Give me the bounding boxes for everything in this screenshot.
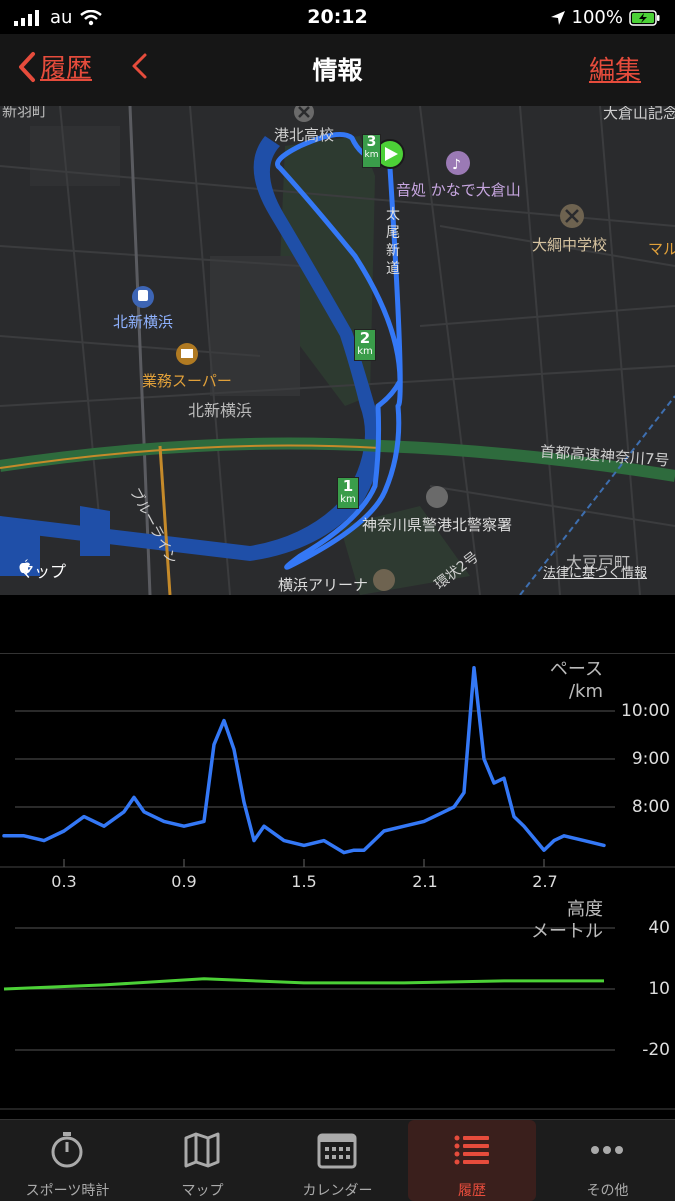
map-label-kohoku-high: 港北高校: [274, 126, 335, 144]
map-label-gyomu: 業務スーパー: [142, 372, 232, 390]
pace-ytick-9: 9:00: [631, 749, 670, 769]
pace-xtick-2: 1.5: [291, 872, 317, 891]
tab-sports-watch[interactable]: スポーツ時計: [0, 1120, 135, 1201]
pace-ytick-8: 8:00: [631, 797, 670, 817]
map-label-arena: 横浜アリーナ: [278, 576, 369, 594]
tab-more[interactable]: その他: [540, 1120, 675, 1201]
location-arrow-icon: [550, 10, 565, 25]
km-marker-3: 3 km: [362, 134, 381, 168]
tab-map[interactable]: マップ: [135, 1120, 270, 1201]
elevation-chart: 高度 メートル 40 10 -20: [0, 897, 675, 1119]
map-label-oo-shindo: 太尾新道: [386, 207, 400, 277]
elev-chart-title: 高度 メートル: [531, 899, 603, 942]
map-label-kitashin-station: 北新横浜: [113, 313, 174, 331]
elev-series-line: [3, 977, 604, 991]
map-label-top-left: 新羽町: [2, 106, 48, 120]
map-label-onkasho: 音処 かなで大倉山: [396, 181, 521, 199]
page-title: 情報: [312, 56, 363, 85]
edit-button[interactable]: 編集: [589, 50, 641, 87]
legal-link[interactable]: 法律に基づく情報: [543, 562, 647, 581]
elev-ytick-neg20: -20: [642, 1040, 670, 1060]
chart-spacer: [0, 595, 675, 653]
km-marker-1: 1 km: [337, 477, 359, 509]
map-label-police: 神奈川県警港北警察署: [362, 516, 513, 534]
pace-xtick-1: 0.9: [171, 872, 197, 891]
tab-bar: スポーツ時計 マップ カレンダー 履歴 その他: [0, 1119, 675, 1201]
battery-percent: 100%: [571, 7, 623, 28]
map-label-kitashin-area: 北新横浜: [188, 401, 253, 420]
pace-chart: ペース /km 10:00 9:00 8:00 0.3 0.9 1.5 2.1 …: [0, 653, 675, 895]
apple-icon: [19, 559, 30, 573]
battery-charging-icon: [629, 9, 660, 26]
map-icon: [184, 1132, 220, 1168]
map-canvas: ♪: [0, 106, 675, 595]
apple-maps-logo: マップ: [18, 558, 66, 582]
list-icon: [454, 1135, 489, 1165]
tab-calendar[interactable]: カレンダー: [270, 1120, 405, 1201]
pace-series-line: [2, 666, 606, 855]
pace-chart-title: ペース /km: [549, 659, 603, 702]
map-label-otsuna: 大綱中学校: [532, 236, 608, 254]
stopwatch-icon: [51, 1132, 83, 1168]
nav-bar: 履歴 情報 編集: [0, 34, 675, 106]
pace-xtick-3: 2.1: [412, 872, 438, 891]
elev-ytick-40: 40: [648, 918, 670, 938]
more-icon: [591, 1146, 623, 1154]
status-bar: au 20:12 100%: [0, 0, 675, 34]
km-marker-2: 2 km: [354, 329, 376, 361]
map-label-maru: マル: [648, 240, 675, 258]
elev-ytick-10: 10: [648, 979, 670, 999]
pace-xtick-4: 2.7: [532, 872, 558, 891]
pace-ytick-10: 10:00: [621, 701, 670, 721]
svg-text:♪: ♪: [452, 157, 461, 173]
pace-xtick-0: 0.3: [51, 872, 77, 891]
route-map[interactable]: ♪ 3 km 2 km 1 km 港北高校 音処 かなで大倉山 太尾新道 大綱中…: [0, 106, 675, 595]
map-label-okurayama-top: 大倉山記念: [603, 106, 675, 122]
tab-history[interactable]: 履歴: [408, 1120, 536, 1201]
calendar-icon: [317, 1133, 357, 1169]
